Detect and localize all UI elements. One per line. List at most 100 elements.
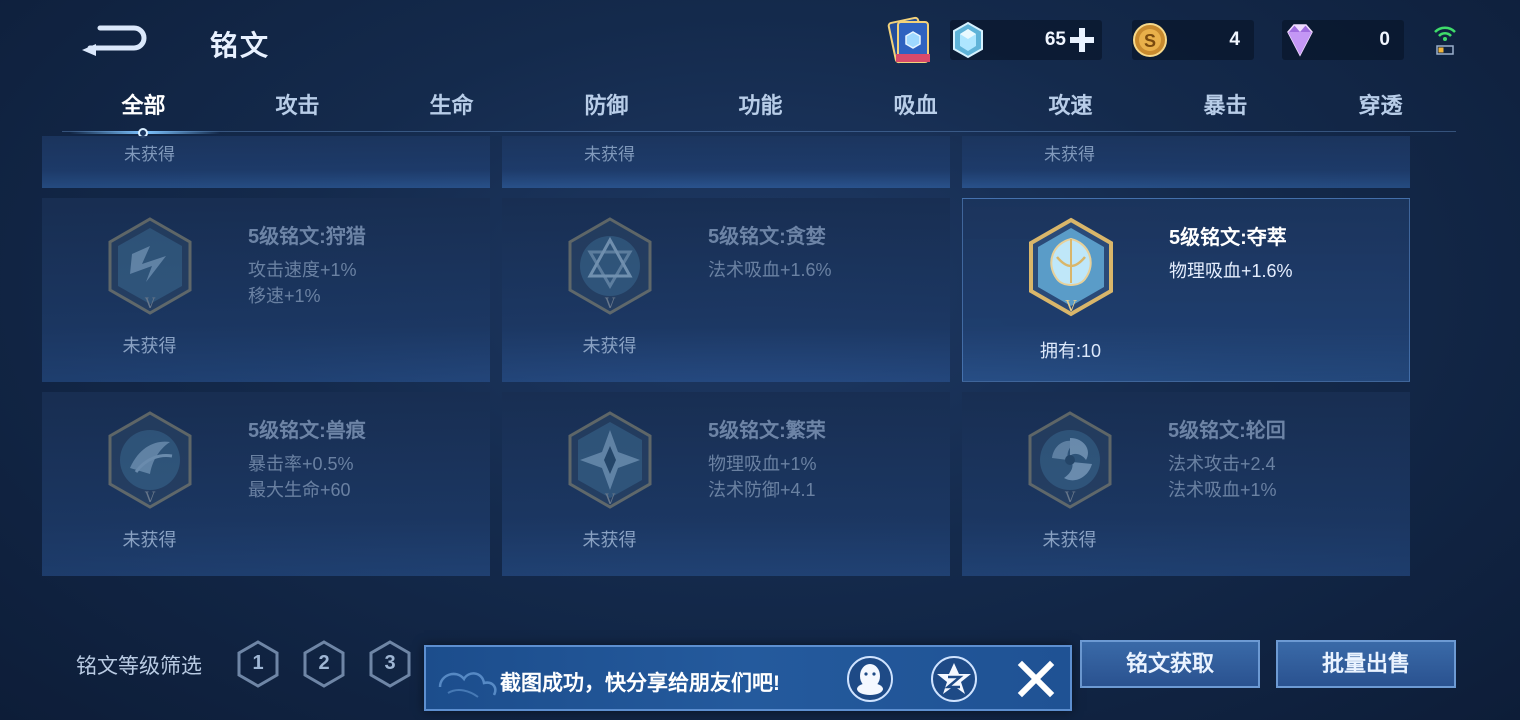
back-button[interactable]	[78, 20, 150, 60]
tab-label: 生命	[429, 93, 474, 118]
svg-text:V: V	[1065, 297, 1078, 315]
share-qq-button[interactable]	[846, 655, 894, 703]
level-filter-label: 铭文等级筛选	[76, 655, 202, 678]
rune-name: 5级铭文:贪婪	[708, 226, 826, 248]
tab-defense[interactable]: 防御	[529, 88, 684, 120]
page-title: 铭文	[210, 30, 271, 61]
add-crystal-button[interactable]	[1068, 26, 1096, 54]
tab-penetration[interactable]: 穿透	[1303, 88, 1458, 120]
level-label: 1	[252, 652, 264, 674]
beast-mark-rune-icon: V	[108, 411, 192, 509]
tab-label: 攻击	[275, 93, 320, 118]
rune-card-prosperity[interactable]: V 5级铭文:繁荣 物理吸血+1% 法术防御+4.1 未获得	[502, 392, 950, 576]
category-tabs: 全部 攻击 生命 防御 功能 吸血 攻速 暴击 穿透	[62, 82, 1458, 138]
rune-status: 未获得	[124, 145, 175, 164]
tab-utility[interactable]: 功能	[683, 88, 838, 120]
rune-card-reincarnation[interactable]: V 5级铭文:轮回 法术攻击+2.4 法术吸血+1% 未获得	[962, 392, 1410, 576]
level-label: 3	[384, 652, 396, 674]
tab-all[interactable]: 全部	[66, 88, 221, 138]
rune-attribute: 法术吸血+1.6%	[708, 260, 832, 280]
rune-attribute: 暴击率+0.5%	[248, 454, 354, 474]
rune-obtain-button[interactable]: 铭文获取	[1080, 640, 1260, 688]
diamond-currency: 0	[1282, 20, 1404, 60]
rune-attribute: 物理吸血+1.6%	[1169, 261, 1293, 281]
plunder-rune-icon: V	[1029, 217, 1113, 317]
rune-status: 未获得	[1042, 530, 1097, 550]
rune-status: 未获得	[122, 336, 177, 356]
prosperity-rune-icon: V	[568, 411, 652, 509]
crystal-icon	[953, 21, 983, 59]
svg-text:V: V	[144, 296, 156, 312]
gold-amount: 4	[1229, 29, 1240, 50]
rune-owned-count: 拥有:10	[1039, 341, 1102, 361]
close-icon[interactable]	[1016, 659, 1056, 699]
level-filter-2[interactable]: 2	[302, 640, 346, 688]
svg-text:V: V	[144, 490, 156, 506]
gold-currency: S 4	[1132, 20, 1254, 60]
rune-status: 未获得	[582, 530, 637, 550]
screenshot-toast: 截图成功，快分享给朋友们吧!	[424, 645, 1072, 711]
tab-crit[interactable]: 暴击	[1148, 88, 1303, 120]
rune-attribute: 法术吸血+1%	[1168, 480, 1277, 500]
plus-icon	[1070, 28, 1094, 52]
tab-attack-speed[interactable]: 攻速	[993, 88, 1148, 120]
rune-attribute: 移速+1%	[248, 286, 321, 306]
level-filter-1[interactable]: 1	[236, 640, 280, 688]
rune-card-partial[interactable]: 未获得	[42, 136, 490, 188]
crystal-amount: 65	[1044, 29, 1066, 50]
tab-label: 暴击	[1203, 93, 1248, 118]
tab-label: 吸血	[893, 93, 938, 118]
bulk-sell-button[interactable]: 批量出售	[1276, 640, 1456, 688]
rune-pack-icon[interactable]	[882, 14, 938, 68]
rune-status: 未获得	[122, 530, 177, 550]
level-label: 2	[318, 652, 330, 674]
tab-attack[interactable]: 攻击	[220, 88, 375, 120]
tab-label: 攻速	[1048, 93, 1093, 118]
diamond-icon	[1287, 24, 1313, 57]
rune-name: 5级铭文:狩猎	[248, 226, 366, 248]
greed-rune-icon: V	[568, 217, 652, 315]
cloud-swirl-icon	[438, 672, 497, 698]
svg-text:V: V	[604, 296, 616, 312]
top-bar: 铭文 65 S 4 0	[0, 0, 1520, 82]
rune-attribute: 法术攻击+2.4	[1168, 454, 1276, 474]
rune-card-hunt[interactable]: V 5级铭文:狩猎 攻击速度+1% 移速+1% 未获得	[42, 198, 490, 382]
hunt-rune-icon: V	[108, 217, 192, 315]
diamond-amount: 0	[1379, 29, 1390, 50]
svg-text:V: V	[1064, 490, 1076, 506]
reincarnation-rune-icon: V	[1028, 411, 1112, 509]
rune-attribute: 攻击速度+1%	[248, 260, 357, 280]
partial-row: 未获得 未获得 未获得	[42, 136, 1412, 188]
qzone-icon	[931, 656, 977, 702]
gold-coin-icon: S	[1133, 23, 1167, 57]
tab-label: 穿透	[1358, 93, 1403, 118]
tab-hp[interactable]: 生命	[374, 88, 529, 120]
tab-label: 功能	[738, 93, 783, 118]
crystal-currency: 65	[950, 20, 1102, 60]
svg-text:S: S	[1144, 31, 1156, 51]
rune-card-partial[interactable]: 未获得	[502, 136, 950, 188]
rune-name: 5级铭文:兽痕	[248, 420, 366, 442]
rune-attribute: 法术防御+4.1	[708, 480, 816, 500]
level-filter-3[interactable]: 3	[368, 640, 412, 688]
tab-label: 全部	[121, 93, 166, 118]
rune-grid: 未获得 未获得 未获得 V 5级铭文:狩猎 攻击速度+1% 移速+1% 未获得 …	[42, 136, 1412, 580]
tab-label: 防御	[584, 93, 629, 118]
rune-name: 5级铭文:夺萃	[1169, 227, 1287, 249]
rune-card-plunder[interactable]: V 5级铭文:夺萃 物理吸血+1.6% 拥有:10	[962, 198, 1410, 382]
rune-card-partial[interactable]: 未获得	[962, 136, 1410, 188]
rune-attribute: 物理吸血+1%	[708, 454, 817, 474]
rune-status: 未获得	[584, 145, 635, 164]
svg-text:V: V	[604, 492, 616, 508]
share-qzone-button[interactable]	[930, 655, 978, 703]
back-arrow-icon	[82, 25, 147, 56]
toast-message: 截图成功，快分享给朋友们吧!	[500, 672, 780, 695]
rune-card-beast-mark[interactable]: V 5级铭文:兽痕 暴击率+0.5% 最大生命+60 未获得	[42, 392, 490, 576]
rune-status: 未获得	[582, 336, 637, 356]
rune-attribute: 最大生命+60	[248, 480, 351, 500]
tab-lifesteal[interactable]: 吸血	[838, 88, 993, 120]
qq-icon	[847, 656, 893, 702]
rune-card-greed[interactable]: V 5级铭文:贪婪 法术吸血+1.6% 未获得	[502, 198, 950, 382]
network-battery-icon	[1432, 24, 1458, 56]
rune-name: 5级铭文:繁荣	[708, 420, 826, 442]
